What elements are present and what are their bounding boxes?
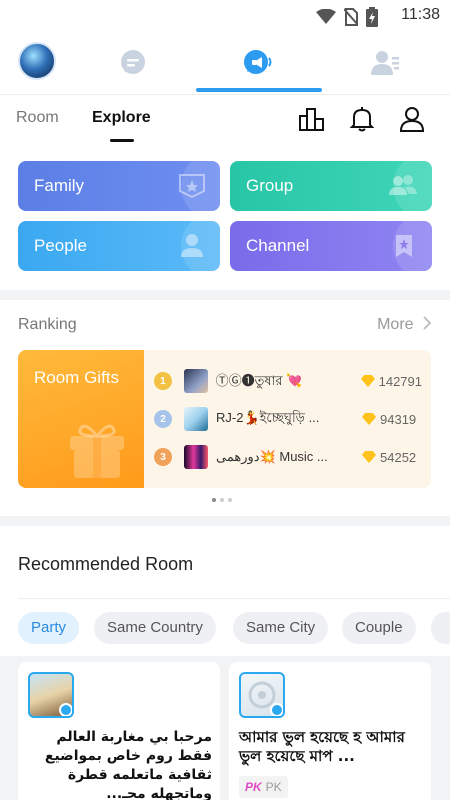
gift-icon [70,424,124,478]
pk-icon: PK [245,780,262,794]
contacts-icon [371,51,399,75]
active-tab-indicator [196,88,322,92]
tab-room[interactable]: Room [16,109,59,127]
chip-overflow[interactable] [431,612,450,644]
live-audio-icon [270,703,283,716]
silver-medal-icon: 2 [154,410,172,428]
room-thumbnail [184,407,208,431]
category-label: Family [34,176,85,195]
category-people[interactable]: People [18,221,220,271]
profile-button[interactable] [398,105,426,133]
avatar[interactable] [18,42,56,80]
room-card[interactable]: مرحبا بي مغاربة العالم فقط روم خاص بمواض… [18,662,220,800]
category-family[interactable]: Family [18,161,220,211]
status-icons [316,7,378,27]
room-description: مرحبا بي مغاربة العالم فقط روم خاص بمواض… [44,729,212,800]
category-grid: Family Group People Channel [0,144,450,290]
bronze-medal-icon: 3 [154,448,172,466]
tab-voice-rooms[interactable] [196,32,322,94]
carousel-dots [212,498,232,502]
category-channel[interactable]: Channel [230,221,432,271]
user-icon [399,107,425,132]
gift-value: 94319 [362,412,416,427]
bell-icon [349,107,375,132]
ranking-section: Ranking More Room Gifts 1 ⓉⒼ❶তুষার 💘 142… [0,300,450,516]
carousel-dot [212,498,216,502]
clock: 11:38 [401,6,440,23]
room-description: আমার ভুল হয়েছে হ আমার ভুল হয়েছে মাপ ..… [239,728,405,765]
gift-value: 54252 [362,450,416,465]
notifications-button[interactable] [348,105,376,133]
tab-contacts[interactable] [322,32,448,94]
ranking-row[interactable]: 3 دورهمی💥 Music ... 54252 [154,444,422,470]
bookmark-star-icon [393,221,432,271]
chip-party[interactable]: Party [18,612,80,644]
tab-explore[interactable]: Explore [92,109,151,127]
chip-same-city[interactable]: Same City [233,612,329,644]
recommended-section: Recommended Room Party Same Country Same… [0,526,450,800]
gift-value: 142791 [360,374,422,389]
room-name: دورهمی💥 Music ... [216,449,328,464]
more-label: More [377,316,414,333]
room-cover [239,672,285,718]
diamond-icon [362,413,376,425]
gold-medal-icon: 1 [154,372,172,390]
sub-nav: Room Explore [0,94,450,144]
chip-same-country[interactable]: Same Country [94,612,216,644]
battery-icon [366,7,378,27]
room-gifts-ranking-card[interactable]: Room Gifts 1 ⓉⒼ❶তুষার 💘 142791 2 RJ-2💃ইচ… [18,350,431,488]
no-sim-icon [344,8,358,26]
room-name: RJ-2💃ইচ্ছেঘুড়ি ... [216,409,320,425]
category-group[interactable]: Group [230,161,432,211]
voice-room-icon [244,50,272,74]
chevron-right-icon [423,316,432,330]
diamond-icon [362,451,376,463]
room-list: مرحبا بي مغاربة العالم فقط روم خاص بمواض… [0,656,450,800]
family-icon [179,161,220,211]
pk-label: PK [265,780,282,794]
pk-badge: PK PK [239,776,288,798]
ranking-row[interactable]: 2 RJ-2💃ইচ্ছেঘুড়ি ... 94319 [154,406,422,432]
more-link[interactable]: More [377,316,432,334]
person-icon [181,221,220,271]
category-label: Channel [246,236,310,255]
live-audio-icon [59,703,72,716]
ranking-row[interactable]: 1 ⓉⒼ❶তুষার 💘 142791 [154,368,422,394]
category-label: Group [246,176,294,195]
status-bar: 11:38 [0,0,450,32]
tab-messages[interactable] [70,32,196,94]
room-card[interactable]: আমার ভুল হয়েছে হ আমার ভুল হয়েছে মাপ ..… [229,662,431,800]
chip-couple[interactable]: Couple [342,612,416,644]
ranking-title: Ranking [18,316,77,333]
carousel-dot [220,498,224,502]
diamond-icon [360,375,375,387]
top-nav [0,32,450,94]
explore-tab-indicator [110,139,134,142]
leaderboard-button[interactable] [298,105,326,133]
room-thumbnail [183,369,208,393]
wifi-icon [316,9,336,24]
group-icon [389,161,432,211]
divider [18,598,450,599]
room-thumbnail [184,445,208,469]
room-name: ⓉⒼ❶তুষার 💘 [215,372,303,388]
room-gifts-panel: Room Gifts [18,350,144,488]
chat-bubble-icon [121,50,145,74]
category-label: People [34,236,87,255]
carousel-dot [228,498,232,502]
recommended-title: Recommended Room [18,554,194,574]
room-cover [28,672,74,718]
room-gifts-label: Room Gifts [34,368,120,387]
leaderboard-icon [299,108,324,131]
